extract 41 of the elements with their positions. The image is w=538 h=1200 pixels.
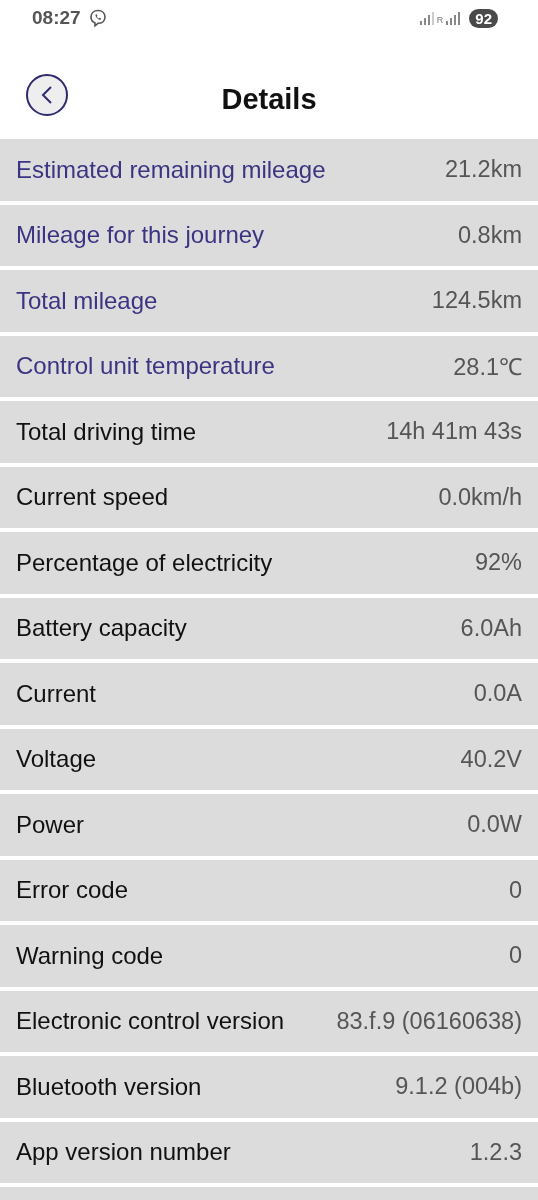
detail-value: 28.1℃ [453,353,522,383]
detail-value: 0 [508,876,522,904]
detail-label: Percentage of electricity [16,548,273,577]
detail-value: 40.2V [460,745,522,773]
detail-label: Battery capacity [16,614,187,643]
detail-value: 6.0Ah [460,614,522,642]
detail-value: 0 [508,942,522,970]
chevron-left-icon [40,84,54,106]
detail-value: 14h 41m 43s [386,418,522,446]
back-button[interactable] [26,74,68,116]
detail-label: Power [16,810,85,839]
detail-value: 0.8km [458,221,522,249]
detail-value: 1.2.3 [469,1138,522,1166]
detail-label: Mileage for this journey [16,221,265,250]
detail-value: 0.0A [473,680,522,708]
battery-badge: 92 [469,8,498,28]
page-title: Details [221,83,317,116]
detail-label: Total mileage [16,286,158,315]
status-time: 08:27 [32,7,81,29]
detail-label: Error code [16,876,129,905]
detail-label: Voltage [16,745,97,774]
detail-value: 124.5km [431,287,522,315]
detail-label: Warning code [16,941,164,970]
detail-value: 0.0km/h [438,483,522,511]
signal-icon [419,11,434,25]
detail-label: Bluetooth version [16,1072,202,1101]
signal-icon [446,11,461,25]
network-label: R [436,14,444,25]
detail-value: 0.0W [467,811,522,839]
detail-value: 92% [474,549,522,577]
detail-value: 83.f.9 (06160638) [336,1007,522,1035]
detail-label: Electronic control version [16,1007,285,1036]
detail-label: Control unit temperature [16,352,275,381]
detail-label: Current [16,679,97,708]
detail-value: 9.1.2 (004b) [395,1073,522,1101]
detail-value: 21.2km [444,156,522,184]
detail-label: Current speed [16,483,169,512]
detail-label: Total driving time [16,417,197,446]
detail-label: App version number [16,1138,231,1167]
phone-chat-icon [88,9,107,27]
detail-label: Estimated remaining mileage [16,155,326,184]
